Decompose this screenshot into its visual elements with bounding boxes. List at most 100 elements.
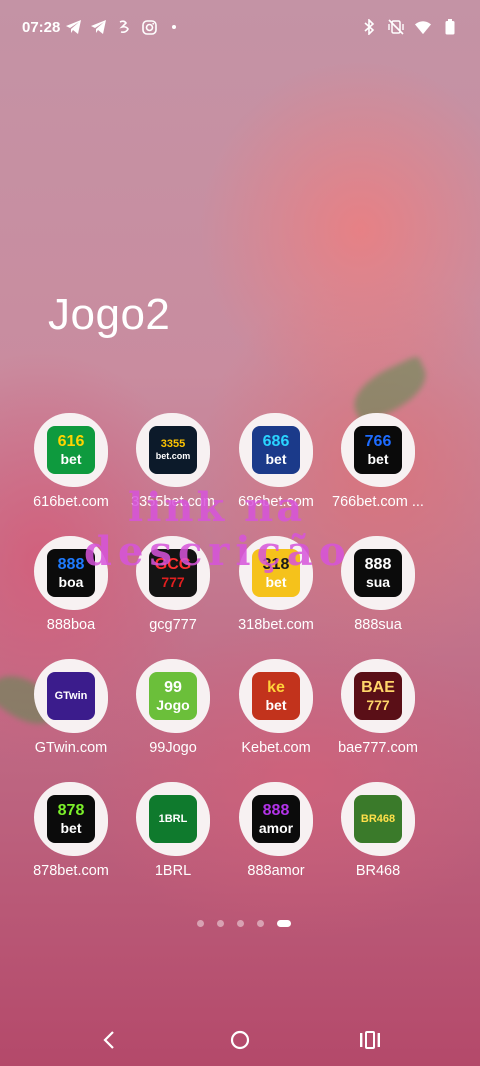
app-icon-background: 766 bet [341, 413, 415, 487]
bluetooth-icon [361, 18, 377, 36]
app-logo: ke bet [252, 672, 300, 720]
app-icon[interactable]: 1BRL 1BRL [121, 782, 225, 879]
app-logo-text: 686 [262, 433, 290, 450]
app-icon-background: ke bet [239, 659, 313, 733]
app-icon[interactable]: GTwin GTwin.com [19, 659, 123, 756]
app-icon-background: 616 bet [34, 413, 108, 487]
app-label: gcg777 [149, 617, 197, 633]
app-logo-text: amor [258, 820, 294, 836]
app-icon-background: GTwin [34, 659, 108, 733]
app-logo-text: 1BRL [158, 812, 188, 825]
app-logo-text: GTwin [54, 689, 88, 702]
app-label: 1BRL [154, 863, 192, 879]
app-logo-text: 888 [57, 556, 85, 573]
app-logo: 99 Jogo [149, 672, 197, 720]
app-logo-text: sua [365, 574, 391, 590]
app-label: 888sua [354, 617, 402, 633]
recents-icon[interactable] [356, 1026, 384, 1054]
app-logo-text: bet.com [155, 451, 191, 461]
app-label: 888boa [46, 617, 96, 633]
app-logo: 686 bet [252, 426, 300, 474]
app-logo-text: 777 [161, 574, 185, 590]
app-label: GTwin.com [34, 740, 108, 756]
app-icon[interactable]: BAE 777 bae777.com [326, 659, 430, 756]
app-logo-text: 888 [364, 556, 392, 573]
app-icon-background: 686 bet [239, 413, 313, 487]
app-icon[interactable]: 888 amor 888amor [224, 782, 328, 879]
app-notification-icon [116, 18, 132, 36]
app-logo-text: bet [265, 574, 287, 590]
folder-title[interactable]: Jogo2 [48, 290, 170, 340]
app-icon[interactable]: 766 bet 766bet.com ... [326, 413, 430, 510]
wifi-icon [415, 18, 431, 36]
app-logo-text: 777 [366, 697, 390, 713]
app-icon[interactable]: BR468 BR468 [326, 782, 430, 879]
app-label: 616bet.com [33, 494, 109, 510]
app-logo-text: 616 [57, 433, 85, 450]
app-logo-text: 888 [262, 802, 290, 819]
battery-icon [442, 18, 458, 36]
home-icon[interactable] [226, 1026, 254, 1054]
telegram-icon [66, 18, 82, 36]
telegram-icon [91, 18, 107, 36]
app-logo-text: 99 [164, 679, 182, 696]
app-icon-background: 888 sua [341, 536, 415, 610]
app-logo: 3355 bet.com [149, 426, 197, 474]
app-icon[interactable]: 99 Jogo 99Jogo [121, 659, 225, 756]
more-dot-icon [166, 18, 182, 36]
app-label: 318bet.com [238, 617, 314, 633]
page-indicator[interactable] [197, 920, 291, 927]
page-dot[interactable] [237, 920, 244, 927]
app-logo-text: bet [265, 697, 287, 713]
app-logo: BAE 777 [354, 672, 402, 720]
app-logo: 766 bet [354, 426, 402, 474]
app-icon-background: BAE 777 [341, 659, 415, 733]
status-clock: 07:28 [22, 19, 61, 36]
app-icon[interactable]: 878 bet 878bet.com [19, 782, 123, 879]
navigation-bar [0, 1014, 480, 1066]
app-logo-text: bet [60, 820, 82, 836]
app-label: 878bet.com [33, 863, 109, 879]
app-logo-text: bet [265, 451, 287, 467]
app-icon-background: 99 Jogo [136, 659, 210, 733]
app-label: bae777.com [338, 740, 418, 756]
app-label: 766bet.com ... [332, 494, 424, 510]
page-dot[interactable] [197, 920, 204, 927]
app-logo: BR468 [354, 795, 402, 843]
app-logo-text: BAE [361, 679, 395, 696]
status-bar: 07:28 [0, 0, 480, 56]
app-icon[interactable]: 616 bet 616bet.com [19, 413, 123, 510]
vibrate-off-icon [388, 18, 404, 36]
app-logo-text: 3355 [160, 438, 186, 450]
app-label: 99Jogo [149, 740, 197, 756]
back-icon[interactable] [95, 1026, 123, 1054]
watermark-text: descrição [84, 528, 352, 575]
app-label: Kebet.com [241, 740, 311, 756]
app-logo-text: BR468 [360, 812, 396, 825]
app-logo-text: boa [58, 574, 84, 590]
system-status-icons [361, 18, 458, 36]
app-logo-text: bet [60, 451, 82, 467]
notification-icons [66, 18, 182, 36]
app-logo: 1BRL [149, 795, 197, 843]
app-logo-text: bet [367, 451, 389, 467]
app-label: BR468 [355, 863, 401, 879]
app-logo: 616 bet [47, 426, 95, 474]
app-icon-background: 1BRL [136, 782, 210, 856]
app-logo-text: Jogo [156, 697, 190, 713]
page-dot[interactable] [217, 920, 224, 927]
page-dot[interactable] [257, 920, 264, 927]
app-label: 888amor [247, 863, 305, 879]
app-icon-background: 3355 bet.com [136, 413, 210, 487]
app-logo: 888 sua [354, 549, 402, 597]
app-logo-text: 878 [57, 802, 85, 819]
app-icon[interactable]: ke bet Kebet.com [224, 659, 328, 756]
watermark-text: link na [128, 484, 306, 531]
page-dot[interactable] [277, 920, 291, 927]
app-logo: GTwin [47, 672, 95, 720]
app-icon-background: 878 bet [34, 782, 108, 856]
app-icon-background: BR468 [341, 782, 415, 856]
app-icon-background: 888 amor [239, 782, 313, 856]
app-logo-text: 766 [364, 433, 392, 450]
app-logo-text: ke [267, 679, 285, 696]
